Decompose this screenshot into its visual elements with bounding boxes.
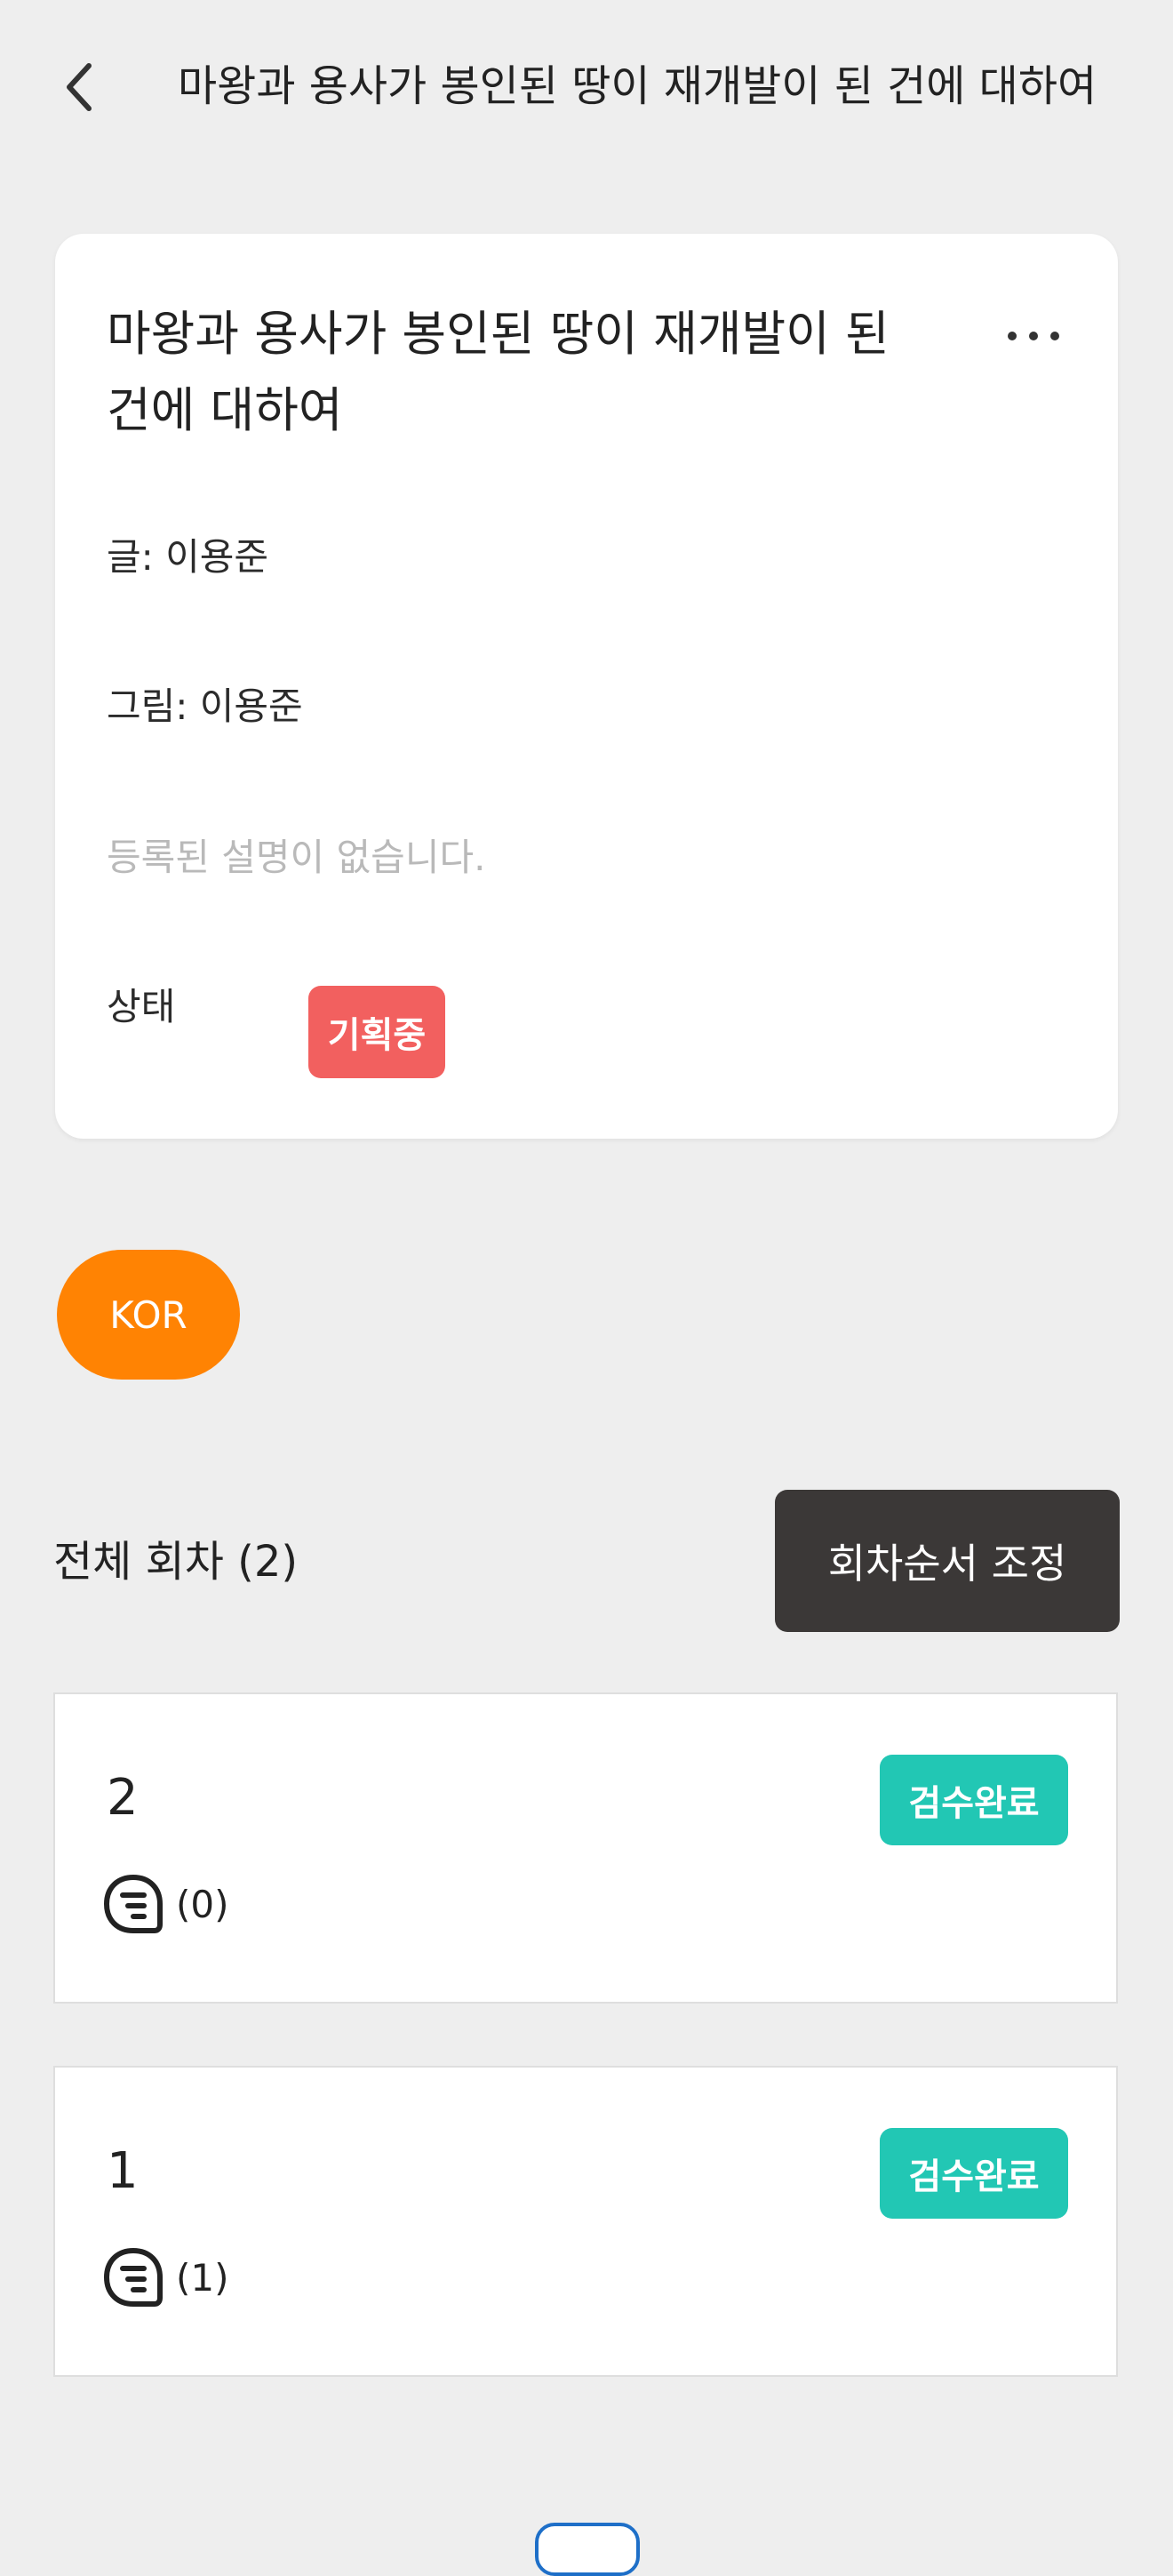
episode-comments: (1): [101, 2245, 229, 2309]
comment-bubble-icon: [103, 2247, 163, 2307]
top-bar: 마왕과 용사가 봉인된 땅이 재개발이 된 건에 대하여: [0, 0, 1173, 178]
series-info-card: 마왕과 용사가 봉인된 땅이 재개발이 된 건에 대하여 글: 이용준 그림: …: [55, 234, 1118, 1139]
more-horizontal-icon: [1008, 332, 1017, 340]
episode-number: 2: [107, 1769, 139, 1827]
episode-comments: (0): [101, 1872, 229, 1936]
episode-card[interactable]: 2 검수완료 (0): [53, 1692, 1118, 2004]
status-badge: 기획중: [308, 986, 445, 1078]
comment-count: (0): [176, 1882, 229, 1926]
series-artist: 그림: 이용준: [107, 684, 303, 728]
reorder-episodes-button[interactable]: 회차순서 조정: [775, 1490, 1120, 1632]
episode-status-badge: 검수완료: [880, 1755, 1068, 1845]
more-options-button[interactable]: [993, 296, 1073, 376]
episodes-header: 전체 회차 (2): [53, 1537, 299, 1587]
back-button[interactable]: [44, 52, 116, 123]
episode-number: 1: [107, 2142, 139, 2200]
comment-bubble-icon: [103, 1874, 163, 1933]
chevron-left-icon: [67, 63, 92, 111]
page-title: 마왕과 용사가 봉인된 땅이 재개발이 된 건에 대하여: [178, 61, 1097, 111]
episode-status-badge: 검수완료: [880, 2128, 1068, 2219]
series-description: 등록된 설명이 없습니다.: [107, 836, 486, 879]
series-title: 마왕과 용사가 봉인된 땅이 재개발이 된 건에 대하여: [107, 306, 890, 438]
language-chip-kor[interactable]: KOR: [57, 1250, 240, 1380]
comment-count: (1): [176, 2255, 229, 2300]
series-writer: 글: 이용준: [107, 535, 269, 579]
bottom-tab-button[interactable]: [535, 2523, 640, 2576]
episode-card[interactable]: 1 검수완료 (1): [53, 2066, 1118, 2377]
status-label: 상태: [107, 985, 176, 1028]
